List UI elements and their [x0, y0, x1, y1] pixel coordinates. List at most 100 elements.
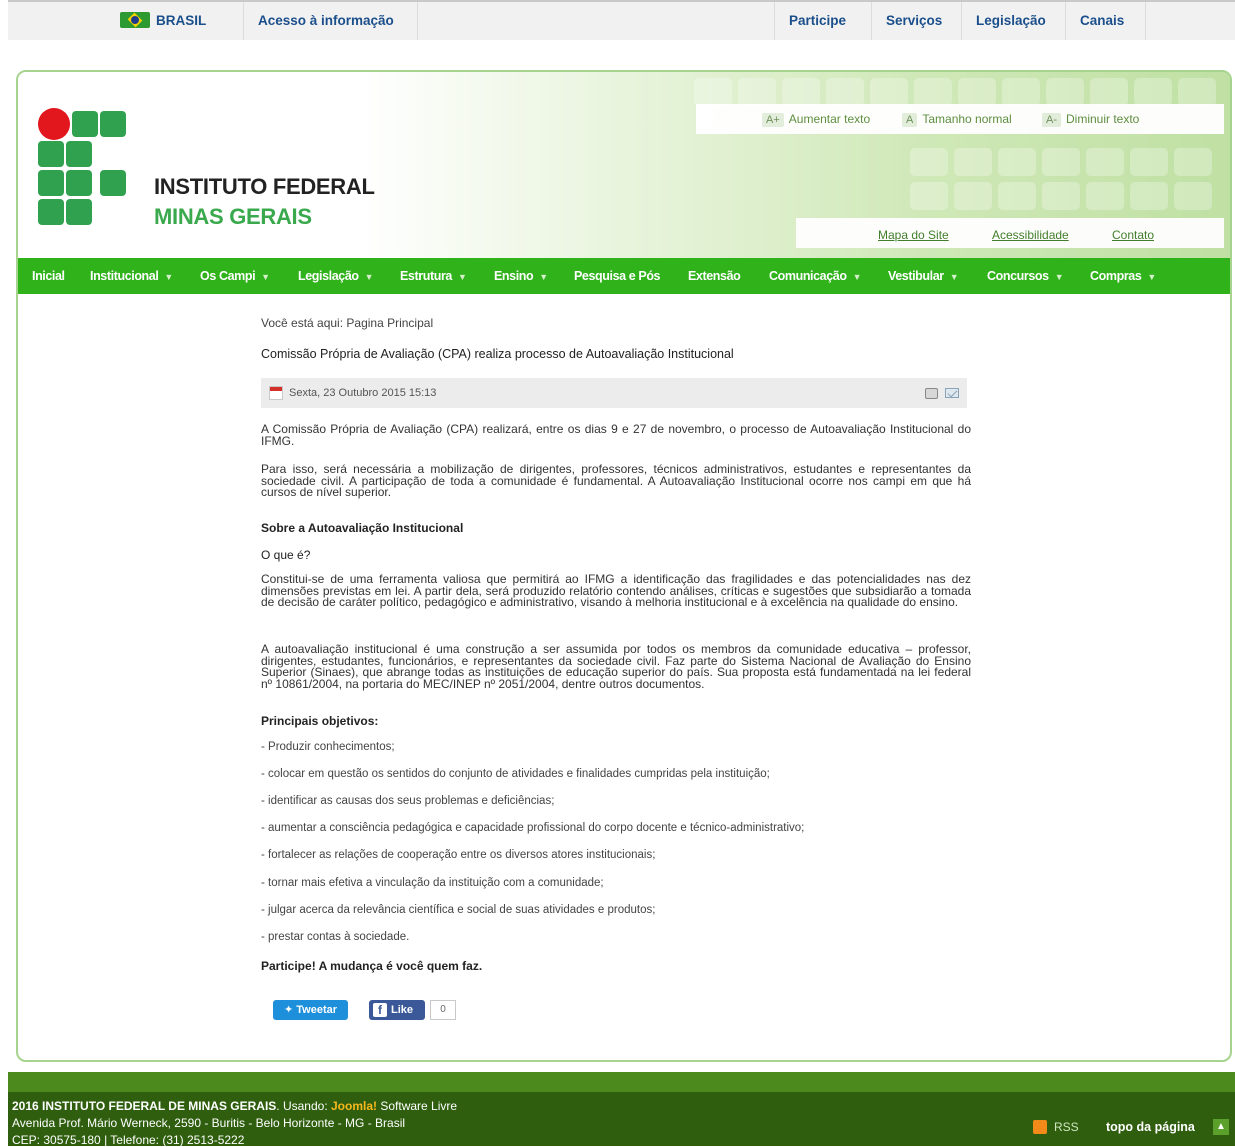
chevron-down-icon: ▼	[539, 272, 548, 282]
nav-institucional-label: Institucional	[90, 269, 159, 283]
nav-compras[interactable]: Compras ▼	[1090, 258, 1156, 294]
site-map-link[interactable]: Mapa do Site	[878, 228, 949, 242]
contact-link[interactable]: Contato	[1112, 228, 1154, 242]
nav-concursos[interactable]: Concursos ▼	[987, 258, 1064, 294]
chevron-down-icon: ▼	[457, 272, 467, 282]
access-info-link[interactable]: Acesso à informação	[244, 2, 418, 40]
nav-ensino-label: Ensino	[494, 269, 534, 283]
nav-os-campi[interactable]: Os Campi ▼	[200, 258, 270, 294]
normal-text-label: Tamanho normal	[922, 112, 1012, 126]
nav-compras-label: Compras	[1090, 269, 1142, 283]
what-heading: O que é?	[261, 548, 311, 562]
article-title[interactable]: Comissão Própria de Avaliação (CPA) real…	[261, 347, 734, 361]
article-intro: A Comissão Própria de Avaliação (CPA) re…	[261, 422, 971, 448]
increase-text-button[interactable]: A+ Aumentar texto	[762, 112, 870, 127]
chevron-down-icon: ▼	[1054, 272, 1064, 282]
nav-institucional[interactable]: Institucional ▼	[90, 258, 173, 294]
tweet-button[interactable]: ✦ Tweetar	[273, 1000, 348, 1020]
nav-vestibular[interactable]: Vestibular ▼	[888, 258, 959, 294]
chevron-down-icon: ▼	[1147, 272, 1156, 282]
footer-year: 2016	[12, 1099, 39, 1113]
site-links: Mapa do Site Acessibilidade Contato	[796, 218, 1224, 248]
main-nav: Inicial Institucional ▼ Os Campi ▼ Legisla…	[18, 258, 1230, 294]
calendar-icon	[269, 386, 283, 400]
nav-estrutura-label: Estrutura	[400, 269, 452, 283]
breadcrumb: Você está aqui: Pagina Principal	[261, 316, 434, 330]
tweet-label: Tweetar	[296, 1004, 338, 1016]
like-label: Like	[391, 1004, 414, 1016]
rss-icon[interactable]	[1033, 1120, 1047, 1134]
site-footer: 2016 INSTITUTO FEDERAL DE MINAS GERAIS. …	[8, 1092, 1235, 1147]
facebook-icon: f	[373, 1003, 387, 1017]
article-paragraph-1: Para isso, será necessária a mobilização…	[261, 462, 971, 499]
decrease-text-button[interactable]: A- Diminuir texto	[1042, 112, 1139, 127]
nav-legislacao[interactable]: Legislação ▼	[298, 258, 374, 294]
nav-inicial-label: Inicial	[32, 269, 65, 283]
rss-link[interactable]: RSS	[1054, 1120, 1079, 1134]
font-size-controls: A+ Aumentar texto A Tamanho normal A- Dimin…	[696, 104, 1224, 134]
article-info-bar: Sexta, 23 Outubro 2015 15:13	[261, 378, 967, 408]
footer-org: INSTITUTO FEDERAL DE MINAS GERAIS	[42, 1099, 277, 1113]
article-date: Sexta, 23 Outubro 2015 15:13	[289, 387, 437, 399]
nav-vestibular-label: Vestibular	[888, 269, 944, 283]
footer-address: Avenida Prof. Mário Werneck, 2590 - Buri…	[12, 1116, 406, 1130]
institute-name: INSTITUTO FEDERAL	[154, 174, 375, 199]
chevron-down-icon: ▼	[164, 272, 173, 282]
brazil-flag-icon	[120, 12, 150, 28]
chevron-down-icon: ▼	[949, 272, 959, 282]
objective-item: - aumentar a consciência pedagógica e ca…	[261, 822, 805, 834]
objective-item: - fortalecer as relações de cooperação e…	[261, 849, 656, 861]
facebook-like-button[interactable]: f Like	[369, 1000, 425, 1020]
gov-bar: BRASIL Acesso à informação Participe Ser…	[8, 0, 1235, 40]
gov-link-participe[interactable]: Participe	[774, 2, 872, 40]
print-icon[interactable]	[925, 388, 938, 399]
normal-text-button[interactable]: A Tamanho normal	[902, 112, 1012, 127]
ifmg-logo[interactable]	[38, 108, 138, 228]
nav-ensino[interactable]: Ensino ▼	[494, 258, 548, 294]
decrease-text-icon: A-	[1042, 113, 1061, 127]
objective-item: - prestar contas à sociedade.	[261, 931, 410, 943]
nav-comunicacao[interactable]: Comunicação ▼	[769, 258, 861, 294]
objective-item: - identificar as causas dos seus problem…	[261, 795, 555, 807]
accessibility-link[interactable]: Acessibilidade	[992, 228, 1069, 242]
article-paragraph-3: A autoavaliação institucional é uma cons…	[261, 642, 971, 691]
article-paragraph-2: Constitui-se de uma ferramenta valiosa q…	[261, 572, 971, 609]
gov-link-servicos[interactable]: Serviços	[872, 2, 962, 40]
chevron-down-icon: ▼	[261, 272, 270, 282]
chevron-up-icon[interactable]: ▲	[1213, 1119, 1229, 1135]
institute-subtitle: MINAS GERAIS	[154, 204, 312, 229]
chevron-down-icon: ▼	[364, 272, 374, 282]
nav-extensao-label: Extensão	[688, 269, 741, 283]
nav-inicial[interactable]: Inicial	[32, 258, 65, 294]
footer-cep: CEP: 30575-180 | Telefone: (31) 2513-522…	[12, 1133, 245, 1147]
footer-software: Software Livre	[377, 1099, 458, 1113]
gov-link-canais[interactable]: Canais	[1066, 2, 1146, 40]
closing-text: Participe! A mudança é você quem faz.	[261, 959, 483, 973]
nav-comunicacao-label: Comunicação	[769, 269, 847, 283]
nav-os-campi-label: Os Campi	[200, 269, 256, 283]
increase-text-label: Aumentar texto	[788, 112, 871, 126]
footer-strip	[8, 1072, 1235, 1092]
nav-pesquisa-pos[interactable]: Pesquisa e Pós	[574, 258, 661, 294]
objective-item: - tornar mais efetiva a vinculação da in…	[261, 877, 604, 889]
twitter-icon: ✦	[283, 1004, 297, 1016]
site-header: INSTITUTO FEDERAL MINAS GERAIS A+ Aumenta…	[18, 72, 1230, 258]
gov-link-legislacao[interactable]: Legislação	[962, 2, 1066, 40]
back-to-top-link[interactable]: topo da página	[1106, 1120, 1195, 1134]
email-icon[interactable]	[945, 388, 959, 398]
chevron-down-icon: ▼	[852, 272, 862, 282]
footer-credits: 2016 INSTITUTO FEDERAL DE MINAS GERAIS. …	[12, 1099, 457, 1113]
main-container: INSTITUTO FEDERAL MINAS GERAIS A+ Aumenta…	[16, 70, 1232, 1062]
objective-item: - julgar acerca da relevância científica…	[261, 904, 656, 916]
joomla-link[interactable]: Joomla!	[331, 1099, 377, 1113]
increase-text-icon: A+	[762, 113, 784, 127]
decrease-text-label: Diminuir texto	[1066, 112, 1140, 126]
objective-item: - Produzir conhecimentos;	[261, 741, 395, 753]
brasil-label: BRASIL	[156, 13, 207, 28]
nav-legislacao-label: Legislação	[298, 269, 359, 283]
brasil-link[interactable]: BRASIL	[120, 2, 244, 40]
nav-extensao[interactable]: Extensão	[688, 258, 741, 294]
objectives-heading: Principais objetivos:	[261, 714, 379, 728]
nav-pesquisa-pos-label: Pesquisa e Pós	[574, 269, 661, 283]
nav-estrutura[interactable]: Estrutura ▼	[400, 258, 467, 294]
